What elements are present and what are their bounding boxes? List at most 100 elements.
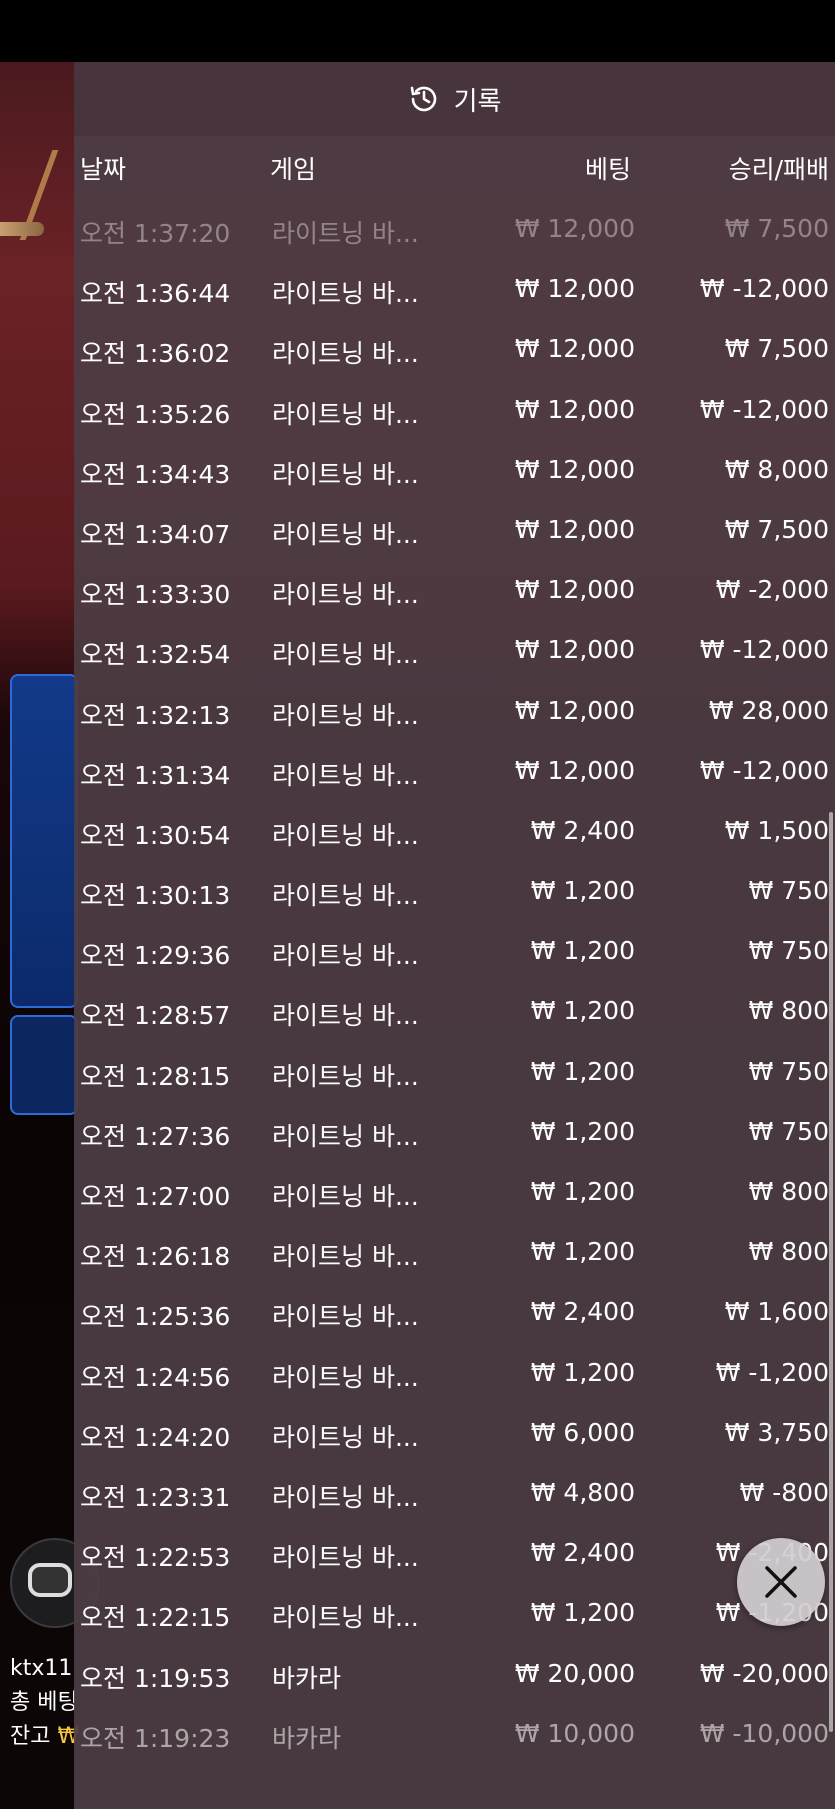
table-row[interactable]: 오전 1:24:20 라이트닝 바... ₩ 6,000 ₩ 3,750	[74, 1404, 835, 1464]
row-game: 라이트닝 바...	[272, 700, 419, 730]
bet-spot-panel-secondary[interactable]	[10, 1015, 78, 1115]
table-row[interactable]: 오전 1:24:56 라이트닝 바... ₩ 1,200 ₩ -1,200	[74, 1344, 835, 1404]
row-result: ₩ 1,600	[724, 1297, 829, 1327]
row-bet: ₩ 6,000	[530, 1417, 635, 1447]
table-row[interactable]: 오전 1:19:23 바카라 ₩ 10,000 ₩ -10,000	[74, 1705, 835, 1765]
row-date: 오전 1:23:31	[80, 1482, 231, 1512]
row-date: 오전 1:22:15	[80, 1603, 231, 1633]
row-bet: ₩ 1,200	[530, 1177, 635, 1206]
table-row[interactable]: 오전 1:32:13 라이트닝 바... ₩ 12,000 ₩ 28,000	[74, 682, 835, 742]
row-date: 오전 1:35:26	[80, 399, 231, 429]
row-game: 라이트닝 바...	[272, 1182, 419, 1211]
row-date: 오전 1:28:57	[80, 1001, 231, 1031]
row-result: ₩ 750	[748, 936, 829, 966]
row-bet: ₩ 1,200	[530, 1598, 635, 1628]
row-result: ₩ -10,000	[699, 1718, 829, 1748]
row-game: 라이트닝 바...	[272, 219, 419, 248]
row-game: 라이트닝 바...	[272, 1001, 419, 1031]
table-row[interactable]: 오전 1:25:36 라이트닝 바... ₩ 2,400 ₩ 1,600	[74, 1283, 835, 1343]
row-date: 오전 1:27:00	[80, 1182, 231, 1211]
table-header: 날짜 게임 베팅 승리/패배	[74, 136, 835, 200]
row-game: 라이트닝 바...	[272, 881, 419, 911]
row-result: ₩ -12,000	[699, 755, 829, 785]
scrollbar[interactable]	[829, 812, 833, 1732]
row-game: 라이트닝 바...	[272, 459, 419, 489]
row-result: ₩ 800	[748, 1177, 829, 1206]
table-row[interactable]: 오전 1:30:54 라이트닝 바... ₩ 2,400 ₩ 1,500	[74, 802, 835, 862]
row-result: ₩ -20,000	[699, 1658, 829, 1688]
row-bet: ₩ 12,000	[514, 514, 635, 544]
table-row[interactable]: 오전 1:30:13 라이트닝 바... ₩ 1,200 ₩ 750	[74, 862, 835, 922]
panel-header: 기록	[74, 62, 835, 136]
row-result: ₩ -1,200	[715, 1357, 829, 1387]
panel-title: 기록	[453, 86, 502, 117]
row-result: ₩ -800	[739, 1477, 829, 1507]
table-row[interactable]: 오전 1:33:30 라이트닝 바... ₩ 12,000 ₩ -2,000	[74, 561, 835, 621]
row-bet: ₩ 1,200	[530, 936, 635, 966]
row-bet: ₩ 1,200	[530, 1237, 635, 1267]
row-bet: ₩ 12,000	[514, 755, 635, 785]
row-game: 라이트닝 바...	[272, 1422, 419, 1452]
table-row[interactable]: 오전 1:36:44 라이트닝 바... ₩ 12,000 ₩ -12,000	[74, 260, 835, 320]
row-result: ₩ -2,000	[715, 575, 829, 605]
row-result: ₩ 3,750	[724, 1417, 829, 1447]
total-bet-label: 총 베팅	[10, 1690, 78, 1715]
row-date: 오전 1:26:18	[80, 1242, 231, 1272]
row-game: 라이트닝 바...	[272, 1302, 419, 1332]
table-row[interactable]: 오전 1:35:26 라이트닝 바... ₩ 12,000 ₩ -12,000	[74, 381, 835, 441]
row-game: 라이트닝 바...	[272, 580, 419, 610]
table-row[interactable]: 오전 1:32:54 라이트닝 바... ₩ 12,000 ₩ -12,000	[74, 621, 835, 681]
row-date: 오전 1:29:36	[80, 941, 231, 971]
bet-spot-panel[interactable]	[10, 674, 78, 1008]
row-date: 오전 1:37:20	[80, 219, 231, 248]
row-date: 오전 1:27:36	[80, 1121, 231, 1151]
table-row[interactable]: 오전 1:28:57 라이트닝 바... ₩ 1,200 ₩ 800	[74, 982, 835, 1042]
table-row[interactable]: 오전 1:26:18 라이트닝 바... ₩ 1,200 ₩ 800	[74, 1223, 835, 1283]
row-bet: ₩ 12,000	[514, 334, 635, 364]
table-row[interactable]: 오전 1:22:53라이트닝 바...₩ 2,400₩ -2,400	[74, 1524, 835, 1584]
table-row[interactable]: 오전 1:37:20 라이트닝 바... ₩ 12,000 ₩ 7,500	[74, 200, 835, 260]
row-date: 오전 1:19:53	[80, 1663, 231, 1693]
row-result: ₩ 7,500	[724, 214, 829, 243]
table-row[interactable]: 오전 1:34:43 라이트닝 바... ₩ 12,000 ₩ 8,000	[74, 441, 835, 501]
table-row[interactable]: 오전 1:27:36 라이트닝 바... ₩ 1,200 ₩ 750	[74, 1103, 835, 1163]
table-row[interactable]: 오전 1:22:15라이트닝 바...₩ 1,200₩ -1,200	[74, 1584, 835, 1644]
row-result: ₩ -12,000	[699, 394, 829, 424]
col-win-loss: 승리/패배	[728, 155, 829, 184]
col-date: 날짜	[80, 155, 127, 184]
row-bet: ₩ 1,200	[530, 1357, 635, 1387]
row-game: 라이트닝 바...	[272, 760, 419, 790]
row-bet: ₩ 2,400	[530, 1297, 635, 1327]
table-row[interactable]: 오전 1:19:53 바카라 ₩ 20,000 ₩ -20,000	[74, 1645, 835, 1705]
table-row[interactable]: 오전 1:36:02 라이트닝 바... ₩ 12,000 ₩ 7,500	[74, 320, 835, 380]
row-game: 라이트닝 바...	[272, 640, 419, 670]
history-list[interactable]: 오전 1:37:20 라이트닝 바... ₩ 12,000 ₩ 7,500 오전 1:3…	[74, 200, 835, 1765]
col-game: 게임	[270, 155, 317, 184]
row-bet: ₩ 1,200	[530, 1056, 635, 1086]
row-game: 라이트닝 바...	[272, 1482, 419, 1512]
table-row[interactable]: 오전 1:31:34 라이트닝 바... ₩ 12,000 ₩ -12,000	[74, 742, 835, 802]
table-row[interactable]: 오전 1:29:36 라이트닝 바... ₩ 1,200 ₩ 750	[74, 922, 835, 982]
row-date: 오전 1:24:56	[80, 1362, 231, 1392]
row-date: 오전 1:36:02	[80, 339, 231, 369]
table-row[interactable]: 오전 1:23:31 라이트닝 바... ₩ 4,800 ₩ -800	[74, 1464, 835, 1524]
row-game: 라이트닝 바...	[272, 1061, 419, 1091]
row-bet: ₩ 1,200	[530, 996, 635, 1026]
row-bet: ₩ 12,000	[514, 454, 635, 484]
table-row[interactable]: 오전 1:34:07 라이트닝 바... ₩ 12,000 ₩ 7,500	[74, 501, 835, 561]
row-game: 라이트닝 바...	[272, 1242, 419, 1272]
table-row[interactable]: 오전 1:28:15 라이트닝 바... ₩ 1,200 ₩ 750	[74, 1043, 835, 1103]
player-info: ktx11 총 베팅 잔고 ₩	[10, 1652, 79, 1754]
row-result: ₩ 750	[748, 1116, 829, 1146]
row-date: 오전 1:25:36	[80, 1302, 231, 1332]
username: ktx11	[10, 1656, 73, 1681]
row-game: 라이트닝 바...	[272, 1121, 419, 1151]
row-bet: ₩ 12,000	[514, 394, 635, 424]
close-button[interactable]	[737, 1538, 825, 1626]
row-bet: ₩ 12,000	[514, 695, 635, 725]
close-icon	[765, 1566, 797, 1598]
table-row[interactable]: 오전 1:27:00 라이트닝 바... ₩ 1,200 ₩ 800	[74, 1163, 835, 1223]
row-bet: ₩ 12,000	[514, 635, 635, 665]
row-date: 오전 1:31:34	[80, 760, 231, 790]
row-bet: ₩ 1,200	[530, 1116, 635, 1146]
